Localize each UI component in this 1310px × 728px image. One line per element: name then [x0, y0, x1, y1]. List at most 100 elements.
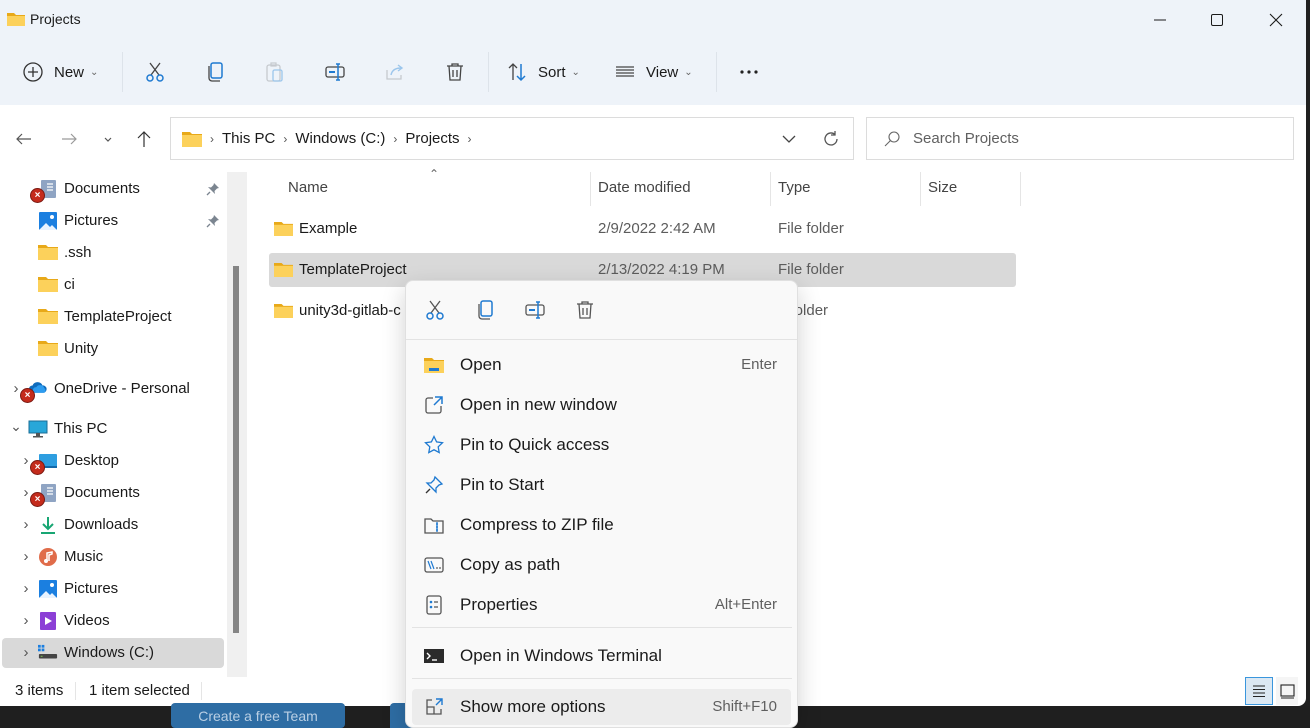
column-header-size[interactable]: Size: [928, 170, 1018, 205]
column-divider[interactable]: [590, 172, 591, 206]
menu-item-shortcut: Shift+F10: [712, 698, 777, 715]
chevron-right-icon[interactable]: ›: [20, 516, 32, 533]
sidebar-item-unity[interactable]: Unity: [2, 334, 224, 364]
sidebar-item-pictures[interactable]: › Pictures: [2, 574, 224, 604]
sidebar-item-windows-c[interactable]: › Windows (C:): [2, 638, 224, 668]
navigation-bar: › This PC › Windows (C:) › Projects ›: [0, 105, 1306, 169]
menu-item-copy-as-path[interactable]: Copy as path: [412, 547, 791, 583]
column-type-label: Type: [778, 179, 811, 196]
column-header-date[interactable]: Date modified: [598, 170, 768, 205]
share-icon: [386, 64, 404, 80]
sidebar-item-pictures[interactable]: Pictures: [2, 206, 224, 236]
more-button[interactable]: [734, 48, 764, 96]
column-divider[interactable]: [1020, 172, 1021, 206]
share-button[interactable]: [380, 48, 410, 96]
column-header-type[interactable]: Type: [778, 170, 918, 205]
sidebar-item-downloads[interactable]: › Downloads: [2, 510, 224, 540]
folder-icon: [38, 276, 58, 294]
arrow-up-icon: [137, 131, 151, 147]
cut-button[interactable]: [140, 48, 170, 96]
menu-item-open-in-new-window[interactable]: Open in new window: [412, 387, 791, 423]
sidebar-item-templateproject[interactable]: TemplateProject: [2, 302, 224, 332]
sidebar-item-desktop[interactable]: › × Desktop: [2, 446, 224, 476]
chevron-right-icon[interactable]: ›: [20, 580, 32, 597]
pc-icon: [28, 420, 48, 438]
search-box[interactable]: [866, 117, 1294, 160]
column-name-label: Name: [288, 179, 329, 196]
minimize-button[interactable]: [1130, 0, 1190, 40]
file-row[interactable]: Example 2/9/2022 2:42 AM File folder: [269, 212, 1016, 246]
folder-icon: [274, 262, 293, 278]
create-team-button[interactable]: Create a free Team: [171, 703, 345, 728]
chevron-right-icon[interactable]: ›: [20, 548, 32, 565]
breadcrumb-separator[interactable]: ›: [468, 132, 472, 146]
breadcrumb-separator: ›: [283, 131, 288, 146]
close-button[interactable]: [1246, 0, 1306, 40]
menu-item-pin-to-quick-access[interactable]: Pin to Quick access: [412, 427, 791, 463]
sync-error-icon: ×: [30, 492, 45, 507]
details-view-button[interactable]: [1245, 677, 1273, 705]
sidebar-item-onedrive-personal[interactable]: › × OneDrive - Personal: [2, 374, 224, 404]
sidebar-item-label: Desktop: [64, 452, 120, 469]
up-button[interactable]: [130, 125, 158, 153]
context-rename-button[interactable]: [520, 295, 550, 325]
new-button[interactable]: New ⌄: [22, 48, 106, 96]
breadcrumb-this-pc[interactable]: This PC: [222, 130, 275, 147]
menu-item-show-more-options[interactable]: Show more options Shift+F10: [412, 689, 791, 725]
open-new-window-icon: [424, 395, 444, 415]
copy-button[interactable]: [200, 48, 230, 96]
sort-button[interactable]: Sort ⌄: [506, 48, 586, 96]
column-divider[interactable]: [770, 172, 771, 206]
menu-item-open-in-windows-terminal[interactable]: Open in Windows Terminal: [412, 638, 791, 674]
menu-item-compress-to-zip-file[interactable]: Compress to ZIP file: [412, 507, 791, 543]
column-divider[interactable]: [920, 172, 921, 206]
view-button[interactable]: View ⌄: [614, 48, 698, 96]
breadcrumb-separator: ›: [210, 131, 214, 146]
menu-item-pin-to-start[interactable]: Pin to Start: [412, 467, 791, 503]
refresh-button[interactable]: [818, 128, 844, 150]
chevron-right-icon[interactable]: ›: [20, 612, 32, 629]
maximize-button[interactable]: [1187, 0, 1247, 40]
sidebar-item-this-pc[interactable]: ⌄ This PC: [2, 414, 224, 444]
back-button[interactable]: [10, 125, 38, 153]
recent-locations-button[interactable]: [94, 125, 122, 153]
sync-error-icon: ×: [30, 188, 45, 203]
menu-divider: [412, 627, 792, 628]
forward-button[interactable]: [55, 125, 83, 153]
folder-icon: [274, 303, 293, 319]
sidebar-item-documents[interactable]: × Documents: [2, 174, 224, 204]
context-cut-button[interactable]: [420, 295, 450, 325]
chevron-right-icon[interactable]: ›: [20, 644, 32, 661]
thumbnail-view-icon: [1279, 683, 1295, 699]
breadcrumb-windows-c[interactable]: Windows (C:): [295, 130, 385, 147]
menu-item-label: Open: [460, 355, 502, 374]
file-date: 2/9/2022 2:42 AM: [598, 220, 716, 237]
sidebar-item-music[interactable]: › Music: [2, 542, 224, 572]
paste-button[interactable]: [260, 48, 290, 96]
sidebar-item-ssh[interactable]: .ssh: [2, 238, 224, 268]
large-icons-view-button[interactable]: [1276, 677, 1298, 705]
menu-divider: [406, 339, 797, 340]
address-history-button[interactable]: [777, 128, 801, 150]
sidebar-item-label: Pictures: [64, 580, 119, 597]
create-team-label: Create a free Team: [198, 707, 318, 724]
menu-item-open[interactable]: Open Enter: [412, 347, 791, 383]
sidebar-item-ci[interactable]: ci: [2, 270, 224, 300]
sidebar-item-documents[interactable]: › × Documents: [2, 478, 224, 508]
copy-icon: [478, 300, 493, 320]
sidebar-item-videos[interactable]: › Videos: [2, 606, 224, 636]
rename-button[interactable]: [320, 48, 350, 96]
sidebar-scrollbar-thumb[interactable]: [233, 266, 239, 633]
menu-item-properties[interactable]: Properties Alt+Enter: [412, 587, 791, 623]
context-copy-button[interactable]: [470, 295, 500, 325]
folder-icon: [38, 340, 58, 358]
search-input[interactable]: [913, 130, 1273, 147]
address-bar[interactable]: › This PC › Windows (C:) › Projects ›: [170, 117, 854, 160]
context-delete-button[interactable]: [570, 295, 600, 325]
status-divider: [201, 682, 202, 700]
chevron-down-icon[interactable]: ⌄: [10, 418, 22, 435]
arrow-left-icon: [16, 133, 31, 145]
delete-button[interactable]: [440, 48, 470, 96]
breadcrumb-projects[interactable]: Projects: [405, 130, 459, 147]
chevron-down-icon: [104, 137, 112, 142]
